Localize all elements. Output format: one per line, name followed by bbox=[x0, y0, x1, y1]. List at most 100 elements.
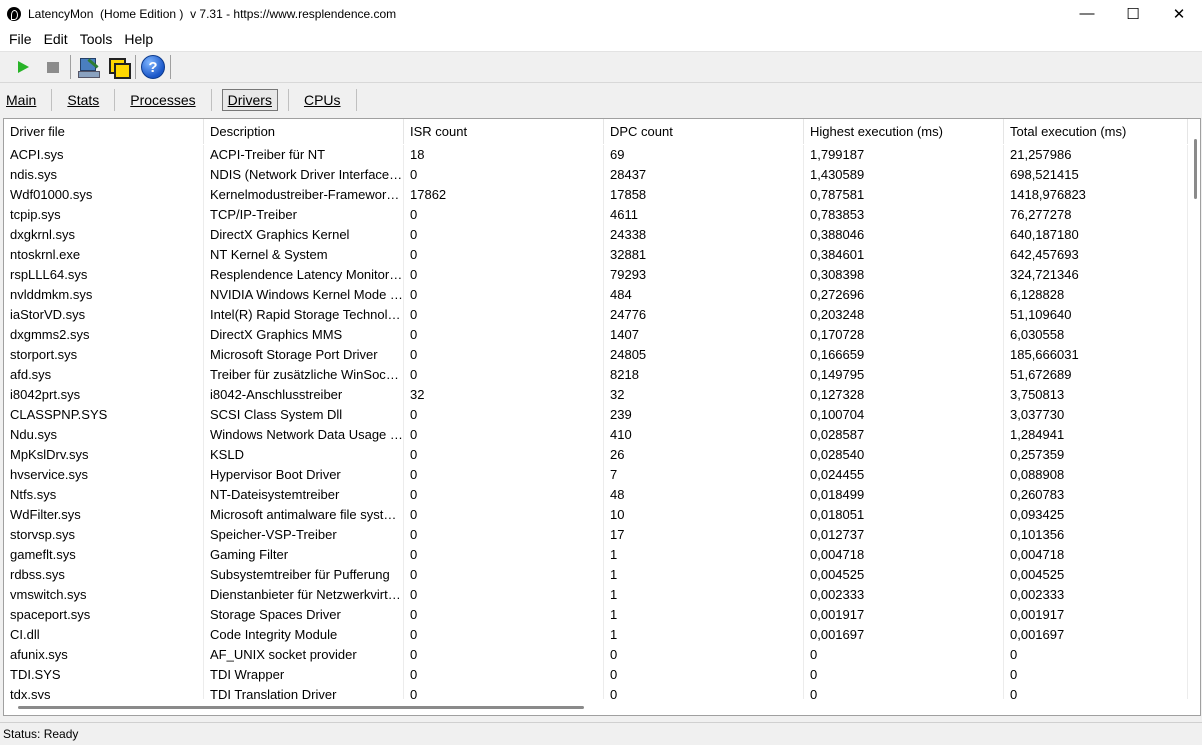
table-row[interactable]: storvsp.sys Speicher-VSP-Treiber 0 17 0,0127… bbox=[4, 525, 1188, 545]
table-row[interactable]: CLASSPNP.SYS SCSI Class System Dll 0 239 0,1… bbox=[4, 405, 1188, 425]
maximize-button[interactable]: ☐ bbox=[1110, 0, 1156, 27]
menu-tools[interactable]: Tools bbox=[75, 31, 118, 47]
close-button[interactable]: ✕ bbox=[1156, 0, 1202, 27]
table-row[interactable]: rspLLL64.sys Resplendence Latency Monitor… bbox=[4, 265, 1188, 285]
tab-processes[interactable]: Processes bbox=[125, 90, 200, 110]
tab-main[interactable]: Main bbox=[1, 90, 41, 110]
table-row[interactable]: dxgmms2.sys DirectX Graphics MMS 0 1407 0,17… bbox=[4, 325, 1188, 345]
cell-highest-execution: 0,100704 bbox=[804, 405, 1004, 425]
cell-dpc-count: 0 bbox=[604, 685, 804, 699]
table-row[interactable]: Ntfs.sys NT-Dateisystemtreiber 0 48 0,018499… bbox=[4, 485, 1188, 505]
cell-description: Hypervisor Boot Driver bbox=[204, 465, 404, 485]
cell-description: Treiber für zusätzliche WinSock-Funktion… bbox=[204, 365, 404, 385]
table-row[interactable]: iaStorVD.sys Intel(R) Rapid Storage Techn… bbox=[4, 305, 1188, 325]
cell-driver-file: tcpip.sys bbox=[4, 205, 204, 225]
horizontal-scrollbar[interactable] bbox=[4, 699, 1188, 715]
cell-description: DirectX Graphics Kernel bbox=[204, 225, 404, 245]
analyze-button[interactable] bbox=[73, 53, 103, 81]
menu-edit[interactable]: Edit bbox=[39, 31, 73, 47]
table-row[interactable]: tcpip.sys TCP/IP-Treiber 0 4611 0,783853 76,2… bbox=[4, 205, 1188, 225]
table-row[interactable]: vmswitch.sys Dienstanbieter für Netzwerkv… bbox=[4, 585, 1188, 605]
table-row[interactable]: ndis.sys NDIS (Network Driver Interface S… bbox=[4, 165, 1188, 185]
start-monitoring-button[interactable] bbox=[8, 53, 38, 81]
help-button[interactable]: ? bbox=[138, 53, 168, 81]
menu-help[interactable]: Help bbox=[119, 31, 158, 47]
table-row[interactable]: WdFilter.sys Microsoft antimalware file s… bbox=[4, 505, 1188, 525]
table-row[interactable]: MpKslDrv.sys KSLD 0 26 0,028540 0,257359 bbox=[4, 445, 1188, 465]
tab-cpus[interactable]: CPUs bbox=[299, 90, 346, 110]
cell-description: Microsoft antimalware file system filter bbox=[204, 505, 404, 525]
windows-button[interactable] bbox=[103, 53, 133, 81]
table-row[interactable]: nvlddmkm.sys NVIDIA Windows Kernel Mode D… bbox=[4, 285, 1188, 305]
table-row[interactable]: afunix.sys AF_UNIX socket provider 0 0 0 0 bbox=[4, 645, 1188, 665]
cell-description: Resplendence Latency Monitoring Driver bbox=[204, 265, 404, 285]
menu-bar: File Edit Tools Help bbox=[0, 27, 1202, 52]
cell-driver-file: CI.dll bbox=[4, 625, 204, 645]
cell-highest-execution: 0,787581 bbox=[804, 185, 1004, 205]
cell-highest-execution: 0,012737 bbox=[804, 525, 1004, 545]
cell-isr-count: 0 bbox=[404, 365, 604, 385]
table-row[interactable]: TDI.SYS TDI Wrapper 0 0 0 0 bbox=[4, 665, 1188, 685]
cell-isr-count: 0 bbox=[404, 665, 604, 685]
cell-highest-execution: 0 bbox=[804, 685, 1004, 699]
column-header-description[interactable]: Description bbox=[204, 119, 404, 144]
cell-driver-file: ntoskrnl.exe bbox=[4, 245, 204, 265]
table-row[interactable]: CI.dll Code Integrity Module 0 1 0,001697 0,0… bbox=[4, 625, 1188, 645]
column-header-highest-execution[interactable]: Highest execution (ms) bbox=[804, 119, 1004, 144]
column-header-isr-count[interactable]: ISR count bbox=[404, 119, 604, 144]
cell-isr-count: 0 bbox=[404, 465, 604, 485]
cell-description: Storage Spaces Driver bbox=[204, 605, 404, 625]
column-header-total-execution[interactable]: Total execution (ms) bbox=[1004, 119, 1188, 144]
cell-highest-execution: 0,028540 bbox=[804, 445, 1004, 465]
cell-isr-count: 0 bbox=[404, 305, 604, 325]
tab-stats[interactable]: Stats bbox=[62, 90, 104, 110]
table-row[interactable]: afd.sys Treiber für zusätzliche WinSock-F… bbox=[4, 365, 1188, 385]
cell-highest-execution: 0,004718 bbox=[804, 545, 1004, 565]
table-row[interactable]: ACPI.sys ACPI-Treiber für NT 18 69 1,799187 2… bbox=[4, 145, 1188, 165]
menu-file[interactable]: File bbox=[4, 31, 37, 47]
table-row[interactable]: hvservice.sys Hypervisor Boot Driver 0 7 0,0… bbox=[4, 465, 1188, 485]
minimize-button[interactable]: — bbox=[1064, 0, 1110, 27]
cell-driver-file: rspLLL64.sys bbox=[4, 265, 204, 285]
tab-drivers[interactable]: Drivers bbox=[221, 89, 278, 111]
cell-driver-file: storvsp.sys bbox=[4, 525, 204, 545]
table-row[interactable]: gameflt.sys Gaming Filter 0 1 0,004718 0,0047… bbox=[4, 545, 1188, 565]
stop-monitoring-button[interactable] bbox=[38, 53, 68, 81]
cell-dpc-count: 24338 bbox=[604, 225, 804, 245]
toolbar-separator bbox=[70, 55, 71, 79]
cell-highest-execution: 0,203248 bbox=[804, 305, 1004, 325]
table-row[interactable]: tdx.sys TDI Translation Driver 0 0 0 0 bbox=[4, 685, 1188, 699]
cell-driver-file: Ndu.sys bbox=[4, 425, 204, 445]
cell-description: NDIS (Network Driver Interface Specifica… bbox=[204, 165, 404, 185]
table-row[interactable]: spaceport.sys Storage Spaces Driver 0 1 0,00… bbox=[4, 605, 1188, 625]
cell-dpc-count: 410 bbox=[604, 425, 804, 445]
cell-driver-file: hvservice.sys bbox=[4, 465, 204, 485]
table-row[interactable]: Ndu.sysWindows Network Data Usage Monito… bbox=[4, 425, 1188, 445]
table-row[interactable]: Wdf01000.sys Kernelmodustreiber-Framework… bbox=[4, 185, 1188, 205]
tab-bar: Main Stats Processes Drivers CPUs bbox=[0, 84, 1202, 116]
cell-description: TDI Translation Driver bbox=[204, 685, 404, 699]
cell-total-execution: 3,037730 bbox=[1004, 405, 1188, 425]
cell-driver-file: dxgkrnl.sys bbox=[4, 225, 204, 245]
table-row[interactable]: dxgkrnl.sys DirectX Graphics Kernel 0 24338… bbox=[4, 225, 1188, 245]
cell-total-execution: 3,750813 bbox=[1004, 385, 1188, 405]
cell-highest-execution: 0,272696 bbox=[804, 285, 1004, 305]
cell-isr-count: 0 bbox=[404, 245, 604, 265]
table-row[interactable]: i8042prt.sys i8042-Anschlusstreiber 32 32 0,… bbox=[4, 385, 1188, 405]
table-row[interactable]: rdbss.sys Subsystemtreiber für Pufferung 0… bbox=[4, 565, 1188, 585]
cell-description: TCP/IP-Treiber bbox=[204, 205, 404, 225]
cell-isr-count: 0 bbox=[404, 445, 604, 465]
cell-dpc-count: 24805 bbox=[604, 345, 804, 365]
cell-driver-file: tdx.sys bbox=[4, 685, 204, 699]
vertical-scroll-thumb[interactable] bbox=[1194, 139, 1197, 199]
cell-isr-count: 0 bbox=[404, 205, 604, 225]
table-row[interactable]: ntoskrnl.exe NT Kernel & System 0 32881 0,38… bbox=[4, 245, 1188, 265]
column-header-driver-file[interactable]: Driver file bbox=[4, 119, 204, 144]
title-bar: LatencyMon (Home Edition ) v 7.31 - http… bbox=[0, 0, 1202, 27]
table-body: ACPI.sys ACPI-Treiber für NT 18 69 1,799187 2… bbox=[4, 145, 1188, 699]
vertical-scrollbar[interactable] bbox=[1188, 119, 1200, 699]
column-header-dpc-count[interactable]: DPC count bbox=[604, 119, 804, 144]
table-row[interactable]: storport.sys Microsoft Storage Port Drive… bbox=[4, 345, 1188, 365]
horizontal-scroll-thumb[interactable] bbox=[18, 706, 584, 709]
cell-highest-execution: 0,001697 bbox=[804, 625, 1004, 645]
